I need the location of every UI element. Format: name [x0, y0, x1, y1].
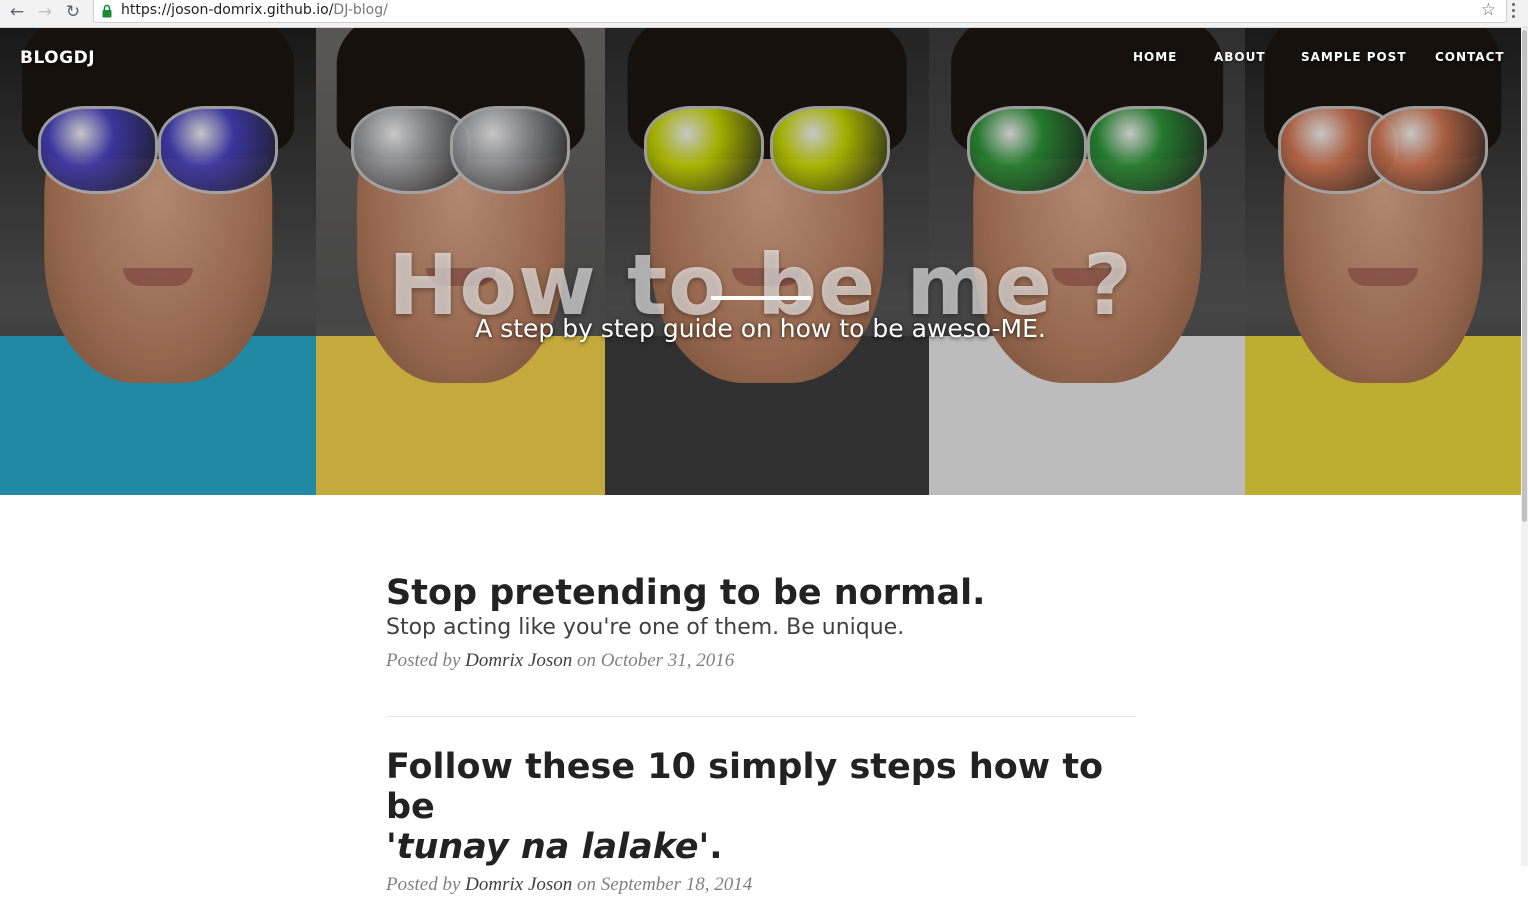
- nav-sample-post-link[interactable]: SAMPLE POST: [1301, 50, 1407, 64]
- on-label: on: [577, 650, 597, 671]
- address-bar[interactable]: https://joson-domrix.github.io/DJ-blog/ …: [93, 0, 1507, 23]
- star-icon[interactable]: ☆: [1481, 0, 1496, 20]
- lock-icon: [102, 4, 112, 18]
- posted-by-label: Posted by: [386, 874, 461, 895]
- post-meta: Posted by Domrix Joson on September 18, …: [386, 873, 1136, 897]
- post-title[interactable]: Follow these 10 simply steps how to be't…: [386, 747, 1136, 867]
- scrollbar-thumb[interactable]: [1522, 30, 1527, 522]
- kebab-menu-icon[interactable]: [1512, 3, 1516, 20]
- post-preview[interactable]: Stop pretending to be normal. Stop actin…: [386, 573, 1136, 673]
- nav-about-link[interactable]: ABOUT: [1214, 50, 1266, 64]
- post-title-text: Follow these 10 simply steps how to be: [386, 747, 1104, 827]
- hero-header: BLOGDJ HOME ABOUT SAMPLE POST CONTACT Ho…: [0, 28, 1521, 495]
- url-path: DJ-blog/: [333, 2, 388, 18]
- page-scrollbar[interactable]: [1521, 28, 1528, 866]
- hero-divider: [711, 296, 811, 300]
- main-navigation: HOME ABOUT SAMPLE POST CONTACT: [0, 50, 1521, 70]
- reload-icon[interactable]: ↻: [62, 1, 84, 23]
- nav-contact-link[interactable]: CONTACT: [1435, 50, 1505, 64]
- nav-home-link[interactable]: HOME: [1133, 50, 1177, 64]
- post-meta: Posted by Domrix Joson on October 31, 20…: [386, 649, 1136, 673]
- post-date: September 18, 2014: [600, 874, 753, 895]
- url-host: https://joson-domrix.github.io/: [121, 2, 334, 18]
- post-title[interactable]: Stop pretending to be normal.: [386, 573, 1136, 613]
- back-arrow-icon[interactable]: ←: [6, 1, 28, 23]
- post-preview[interactable]: Follow these 10 simply steps how to be't…: [386, 747, 1136, 897]
- post-subtitle[interactable]: Stop acting like you're one of them. Be …: [386, 613, 1136, 643]
- hero-subtitle: A step by step guide on how to be aweso-…: [475, 314, 1046, 343]
- forward-arrow-icon[interactable]: →: [34, 1, 56, 23]
- on-label: on: [577, 874, 597, 895]
- browser-toolbar: ← → ↻ https://joson-domrix.github.io/DJ-…: [0, 0, 1528, 28]
- post-title-emphasis: 'tunay na lalake': [386, 827, 710, 867]
- url-text[interactable]: https://joson-domrix.github.io/DJ-blog/: [121, 2, 388, 18]
- posted-by-label: Posted by: [386, 650, 461, 671]
- post-author-link[interactable]: Domrix Joson: [465, 650, 572, 671]
- post-title-end: .: [709, 827, 723, 867]
- post-author-link[interactable]: Domrix Joson: [465, 874, 572, 895]
- post-date: October 31, 2016: [600, 650, 735, 671]
- post-divider: [386, 716, 1136, 717]
